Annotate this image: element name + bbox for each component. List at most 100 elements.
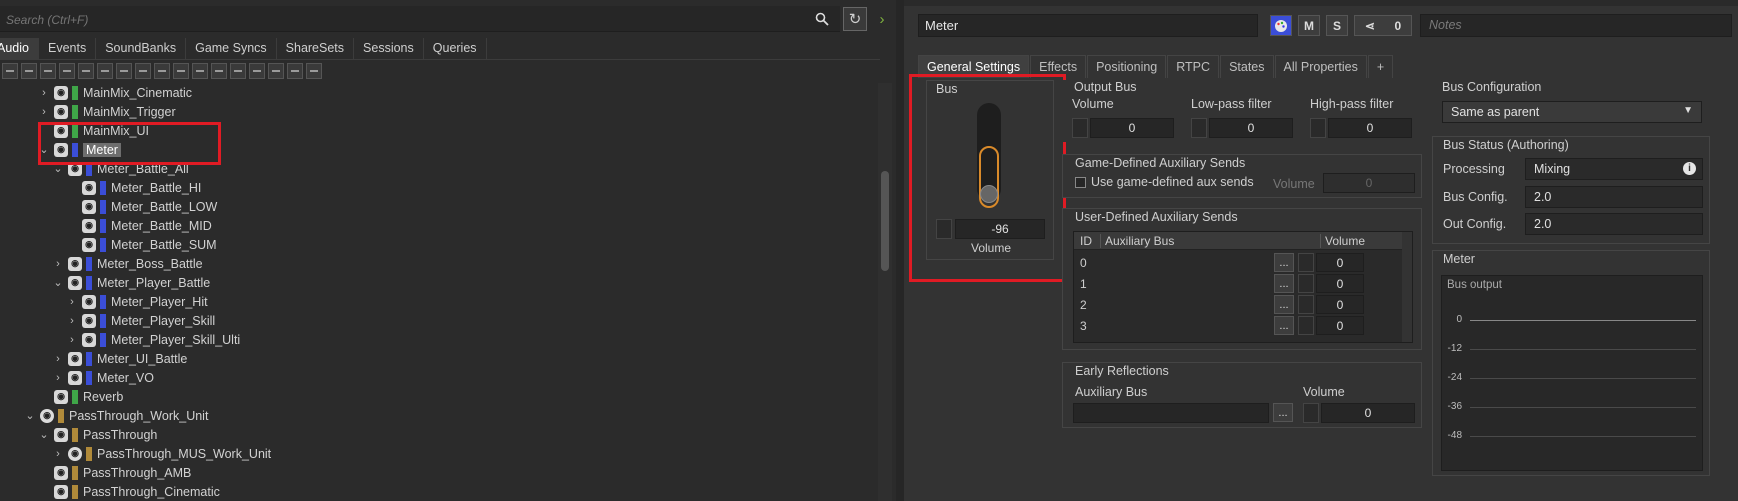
bus-config-dropdown[interactable]: Same as parent ▼ [1442, 101, 1702, 123]
aux-browse-button[interactable]: ... [1274, 295, 1294, 314]
er-volume-field[interactable]: 0 [1321, 403, 1415, 423]
search-icon[interactable] [810, 7, 834, 31]
tree-item[interactable]: ◉ PassThrough_AMB [38, 463, 191, 482]
tree-item[interactable]: › ◉ MainMix_Trigger [38, 102, 176, 121]
chevron-right-icon[interactable]: › [52, 353, 64, 365]
toolbar-button-icon[interactable] [211, 63, 227, 79]
table-row[interactable]: 0... 0 [1074, 252, 1402, 273]
hpf-spin[interactable] [1310, 118, 1326, 138]
tree-item[interactable]: ◉ Meter_Battle_MID [66, 216, 212, 235]
toolbar-button-icon[interactable] [230, 63, 246, 79]
toolbar-button-icon[interactable] [306, 63, 322, 79]
aux-browse-button[interactable]: ... [1274, 316, 1294, 335]
toolbar-button-icon[interactable] [287, 63, 303, 79]
toolbar-button-icon[interactable] [173, 63, 189, 79]
lpf-field[interactable]: 0 [1209, 118, 1293, 138]
tab-soundbanks[interactable]: SoundBanks [96, 38, 187, 59]
tree-item[interactable]: ◉ Meter_Battle_HI [66, 178, 201, 197]
aux-volume-spin[interactable] [1298, 316, 1314, 335]
toolbar-button-icon[interactable] [2, 63, 18, 79]
palette-icon[interactable] [1270, 15, 1292, 36]
tree-item[interactable]: ⌄ ◉ PassThrough [38, 425, 157, 444]
tree-item[interactable]: ⌄ ◉ Meter_Player_Battle [52, 273, 210, 292]
tree-item[interactable]: › ◉ PassThrough_MUS_Work_Unit [52, 444, 271, 463]
table-row[interactable]: 1... 0 [1074, 273, 1402, 294]
chevron-down-icon[interactable]: ⌄ [24, 409, 36, 422]
chevron-right-icon[interactable]: › [52, 372, 64, 384]
lpf-spin[interactable] [1191, 118, 1207, 138]
tab-game-syncs[interactable]: Game Syncs [186, 38, 277, 59]
er-browse-button[interactable]: ... [1273, 403, 1293, 422]
tab-queries[interactable]: Queries [424, 38, 487, 59]
toolbar-button-icon[interactable] [116, 63, 132, 79]
tab-states[interactable]: States [1220, 55, 1274, 78]
table-row[interactable]: 3... 0 [1074, 315, 1402, 336]
toolbar-button-icon[interactable] [192, 63, 208, 79]
aux-volume-field[interactable]: 0 [1316, 295, 1364, 314]
chevron-right-icon[interactable]: › [52, 448, 64, 460]
tree-item[interactable]: › ◉ MainMix_Cinematic [38, 83, 192, 102]
tree-item[interactable]: ◉ Meter_Battle_LOW [66, 197, 217, 216]
tree-item[interactable]: ⌄ ◉ PassThrough_Work_Unit [24, 406, 208, 425]
search-input[interactable] [4, 9, 818, 31]
chevron-down-icon[interactable]: ⌄ [52, 276, 64, 289]
chevron-right-icon[interactable]: › [66, 315, 78, 327]
tree-item[interactable]: › ◉ Meter_Player_Hit [66, 292, 208, 311]
hpf-field[interactable]: 0 [1328, 118, 1412, 138]
aux-browse-button[interactable]: ... [1274, 274, 1294, 293]
toolbar-button-icon[interactable] [59, 63, 75, 79]
share-button[interactable]: ⋖ 0 [1354, 15, 1412, 36]
solo-button[interactable]: S [1326, 15, 1348, 36]
refresh-icon[interactable]: ↻ [843, 7, 867, 31]
play-icon[interactable]: › [870, 7, 894, 31]
aux-volume-field[interactable]: 0 [1316, 274, 1364, 293]
tab-positioning[interactable]: Positioning [1087, 55, 1167, 78]
tree-item[interactable]: › ◉ Meter_VO [52, 368, 154, 387]
aux-browse-button[interactable]: ... [1274, 253, 1294, 272]
toolbar-button-icon[interactable] [268, 63, 284, 79]
tab-sharesets[interactable]: ShareSets [277, 38, 355, 59]
mute-button[interactable]: M [1298, 15, 1320, 36]
tree-item[interactable]: › ◉ Meter_Player_Skill [66, 311, 215, 330]
toolbar-button-icon[interactable] [154, 63, 170, 79]
toolbar-button-icon[interactable] [40, 63, 56, 79]
panel-splitter[interactable] [896, 0, 904, 501]
aux-table-scrollbar[interactable] [1402, 232, 1412, 342]
output-volume-field[interactable]: 0 [1090, 118, 1174, 138]
notes-field[interactable]: Notes [1420, 14, 1732, 37]
toolbar-button-icon[interactable] [249, 63, 265, 79]
chevron-right-icon[interactable]: › [66, 334, 78, 346]
chevron-right-icon[interactable]: › [66, 296, 78, 308]
table-row[interactable]: 2... 0 [1074, 294, 1402, 315]
tab-events[interactable]: Events [39, 38, 97, 59]
tab-audio[interactable]: Audio [0, 38, 39, 59]
scrollbar-thumb[interactable] [881, 171, 889, 271]
toolbar-button-icon[interactable] [97, 63, 113, 79]
toolbar-button-icon[interactable] [21, 63, 37, 79]
tab-sessions[interactable]: Sessions [354, 38, 424, 59]
tree-scrollbar[interactable] [878, 83, 892, 501]
tab-all-properties[interactable]: All Properties [1274, 55, 1367, 78]
tree-item[interactable]: ◉ PassThrough_Cinematic [38, 482, 220, 501]
chevron-right-icon[interactable]: › [38, 87, 50, 99]
tree-item[interactable]: › ◉ Meter_UI_Battle [52, 349, 187, 368]
aux-volume-field[interactable]: 0 [1316, 316, 1364, 335]
er-volume-spin[interactable] [1303, 403, 1319, 423]
aux-volume-spin[interactable] [1298, 274, 1314, 293]
game-aux-checkbox[interactable] [1075, 177, 1086, 188]
toolbar-button-icon[interactable] [78, 63, 94, 79]
aux-volume-spin[interactable] [1298, 253, 1314, 272]
tree-item[interactable]: › ◉ Meter_Boss_Battle [52, 254, 203, 273]
chevron-down-icon[interactable]: ⌄ [38, 428, 50, 441]
er-aux-bus-field[interactable] [1073, 403, 1269, 423]
chevron-right-icon[interactable]: › [52, 258, 64, 270]
aux-volume-spin[interactable] [1298, 295, 1314, 314]
tab-add[interactable]: + [1367, 55, 1394, 78]
info-icon[interactable]: i [1683, 162, 1696, 175]
aux-volume-field[interactable]: 0 [1316, 253, 1364, 272]
tab-rtpc[interactable]: RTPC [1167, 55, 1220, 78]
chevron-right-icon[interactable]: › [38, 106, 50, 118]
tree-item[interactable]: ◉ Meter_Battle_SUM [66, 235, 217, 254]
tree-item[interactable]: ◉ Reverb [38, 387, 123, 406]
tree-item[interactable]: › ◉ Meter_Player_Skill_Ulti [66, 330, 240, 349]
